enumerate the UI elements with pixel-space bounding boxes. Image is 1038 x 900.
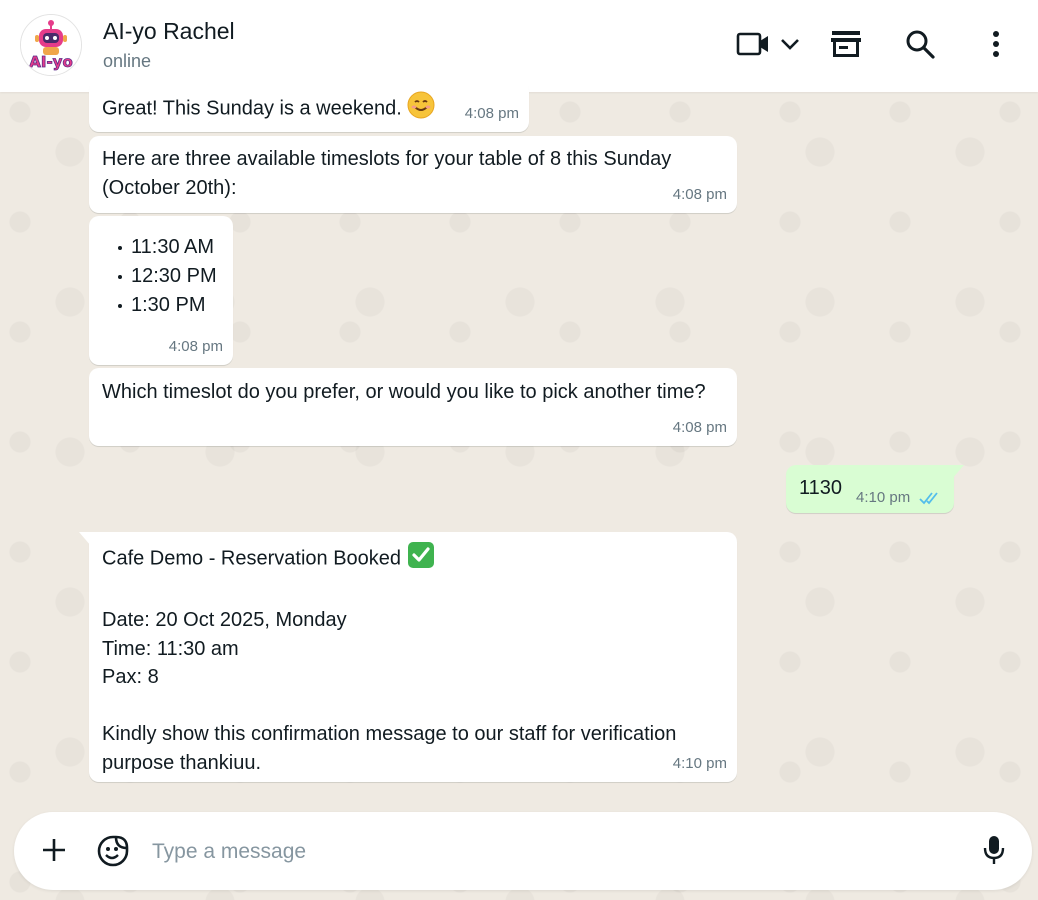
search-button[interactable] (900, 24, 940, 64)
voice-message-button[interactable] (976, 832, 1012, 868)
search-icon (906, 30, 935, 59)
message-input[interactable] (150, 832, 954, 872)
chat-header: AI-yo AI-yo Rachel online (0, 0, 1038, 92)
message-time: 4:08 pm (672, 418, 727, 436)
chevron-down-icon (781, 39, 799, 50)
message-time: 4:10 pm (856, 489, 911, 506)
incoming-message[interactable]: Which timeslot do you prefer, or would y… (89, 368, 737, 446)
message-time: 4:08 pm (168, 337, 223, 355)
read-receipt-icon (919, 489, 943, 512)
contact-name[interactable]: AI-yo Rachel (103, 18, 235, 45)
incoming-message[interactable]: Here are three available timeslots for y… (89, 136, 737, 213)
message-text: Great! This Sunday is a weekend. (102, 91, 435, 128)
video-call-button[interactable] (734, 24, 806, 64)
sticker-icon (97, 835, 129, 867)
more-vertical-icon (993, 31, 999, 57)
incoming-message[interactable]: Great! This Sunday is a weekend. 4:08 pm (89, 80, 529, 132)
confirmation-title: Cafe Demo - Reservation Booked (102, 547, 402, 570)
timeslot-list: 11:30 AM 12:30 PM 1:30 PM (102, 233, 220, 320)
avatar[interactable]: AI-yo (20, 14, 82, 76)
message-text: 1130 (799, 477, 843, 499)
attach-button[interactable] (36, 832, 72, 868)
more-options-button[interactable] (976, 24, 1016, 64)
avatar-logo-text: AI-yo (29, 53, 73, 71)
outgoing-message[interactable]: 1130 4:10 pm (786, 465, 964, 513)
shop-button[interactable] (826, 24, 866, 64)
bubble-tail (952, 465, 964, 479)
incoming-message[interactable]: 11:30 AM 12:30 PM 1:30 PM 4:08 pm (89, 216, 233, 365)
reservation-time: Time: 11:30 am (102, 637, 239, 660)
check-mark-button-emoji-icon (407, 541, 435, 578)
message-text: Which timeslot do you prefer, or would y… (102, 381, 706, 403)
microphone-icon (983, 836, 1005, 864)
reservation-pax: Pax: 8 (102, 666, 159, 688)
message-time: 4:08 pm (464, 104, 519, 122)
video-call-icon (736, 32, 799, 56)
list-item: 12:30 PM (118, 262, 220, 291)
message-text-content: Great! This Sunday is a weekend. (102, 97, 402, 120)
confirmation-note: Kindly show this confirmation message to… (102, 723, 682, 774)
robot-logo-icon: AI-yo (21, 15, 81, 75)
message-text: Here are three available timeslots for y… (102, 148, 677, 199)
shop-icon (831, 31, 861, 57)
smiling-face-emoji-icon (407, 91, 435, 128)
bubble-tail (79, 532, 91, 546)
message-text: Cafe Demo - Reservation Booked (102, 541, 724, 578)
message-time: 4:08 pm (672, 185, 727, 203)
reservation-date: Date: 20 Oct 2025, Monday (102, 609, 347, 631)
sticker-button[interactable] (94, 832, 132, 870)
list-item: 1:30 PM (118, 291, 220, 320)
message-composer (14, 812, 1032, 890)
list-item: 11:30 AM (118, 233, 220, 262)
message-time: 4:10 pm (672, 754, 727, 772)
contact-status: online (103, 51, 152, 71)
reservation-confirmation-message[interactable]: Cafe Demo - Reservation Booked Date: 20 … (79, 532, 737, 782)
plus-icon (43, 839, 65, 861)
